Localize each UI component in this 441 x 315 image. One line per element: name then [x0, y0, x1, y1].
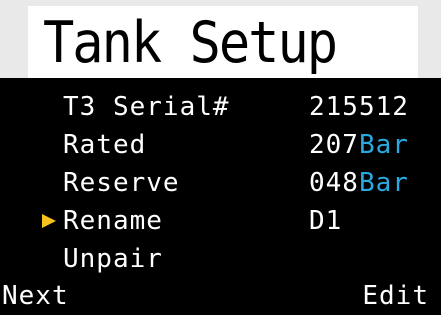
- softkey-bar: Next Edit: [0, 278, 441, 315]
- unit-label: Bar: [358, 130, 409, 160]
- menu-item-rated[interactable]: Rated 207Bar: [0, 126, 441, 164]
- selection-cursor-icon: [42, 214, 56, 228]
- menu-item-value: 207Bar: [309, 130, 409, 160]
- dive-computer-screen: Tank Setup T3 Serial# 215512 Rated 207Ba…: [0, 0, 441, 315]
- menu-item-label: T3 Serial#: [63, 92, 230, 122]
- menu-item-unpair[interactable]: Unpair: [0, 240, 441, 278]
- menu-item-value: D1: [309, 206, 343, 236]
- menu-item-reserve[interactable]: Reserve 048Bar: [0, 164, 441, 202]
- edit-button[interactable]: Edit: [362, 278, 429, 315]
- title-bar: Tank Setup: [0, 0, 441, 78]
- menu-item-label: Unpair: [63, 244, 163, 274]
- page-title: Tank Setup: [43, 10, 338, 77]
- device-frame: Tank Setup T3 Serial# 215512 Rated 207Ba…: [0, 0, 441, 315]
- unit-label: Bar: [358, 168, 409, 198]
- next-button[interactable]: Next: [2, 278, 69, 315]
- menu-item-value: 048Bar: [309, 168, 409, 198]
- menu-item-label: Reserve: [63, 168, 180, 198]
- menu-item-label: Rename: [63, 206, 163, 236]
- menu-item-t3-serial[interactable]: T3 Serial# 215512: [0, 88, 441, 126]
- menu-item-value: 215512: [309, 92, 409, 122]
- menu-item-label: Rated: [63, 130, 147, 160]
- menu-item-rename[interactable]: Rename D1: [0, 202, 441, 240]
